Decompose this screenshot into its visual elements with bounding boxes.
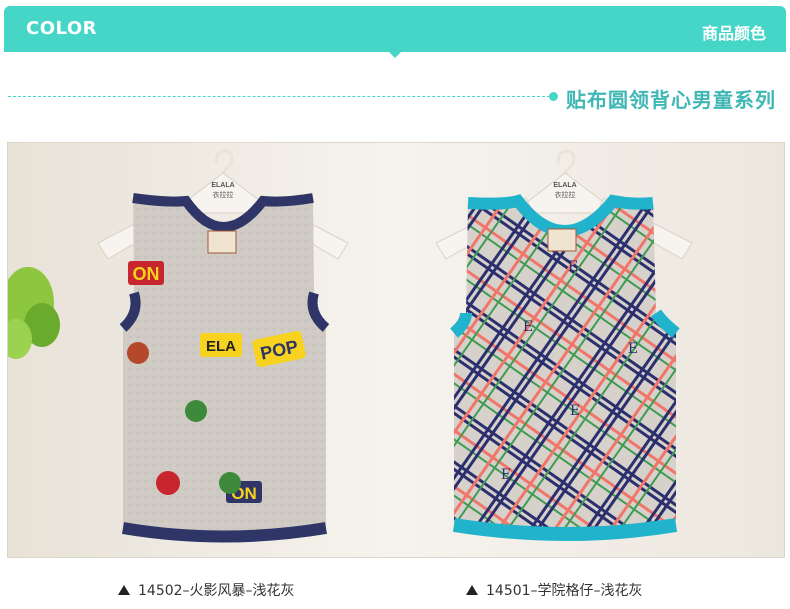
vest-right-print-2: E: [523, 319, 533, 335]
caption-right: 14501–学院格仔–浅花灰: [466, 580, 643, 600]
hanger-brand-cn-left: 衣拉拉: [213, 190, 234, 199]
header-banner: COLOR 商品颜色: [4, 6, 786, 52]
divider-line: [8, 96, 555, 97]
caption-left: 14502–火影风暴–浅花灰: [118, 580, 295, 600]
series-subtitle: 贴布圆领背心男童系列: [566, 88, 776, 112]
caption-left-text: 14502–火影风暴–浅花灰: [138, 583, 295, 599]
product-illustration: ELALA 衣拉拉 ELALA 衣拉拉 ON ELA POP ON E E E …: [8, 143, 784, 557]
header-title: COLOR: [26, 18, 98, 39]
vest-right-print-4: E: [570, 403, 580, 419]
triangle-up-icon: [118, 585, 130, 595]
vest-left: ON ELA POP ON: [119, 193, 330, 543]
caption-right-text: 14501–学院格仔–浅花灰: [486, 583, 643, 599]
hanger-brand-cn-right: 衣拉拉: [555, 190, 576, 199]
vest-left-print-1: ON: [133, 264, 160, 284]
header-title-cn: 商品颜色: [701, 24, 766, 43]
triangle-up-icon: [466, 585, 478, 595]
product-photo: ELALA 衣拉拉 ELALA 衣拉拉 ON ELA POP ON E E E …: [7, 142, 785, 558]
vest-left-print-2: ELA: [206, 338, 236, 355]
vest-right: E E E E E: [450, 194, 680, 541]
header-pointer: [387, 50, 403, 58]
hanger-brand-right: ELALA: [553, 182, 576, 189]
vest-right-print-3: E: [628, 341, 638, 357]
vest-right-print-5: E: [501, 467, 511, 483]
divider-dot: [549, 92, 558, 101]
hanger-brand-left: ELALA: [211, 182, 234, 189]
vest-right-print-1: E: [568, 259, 578, 275]
